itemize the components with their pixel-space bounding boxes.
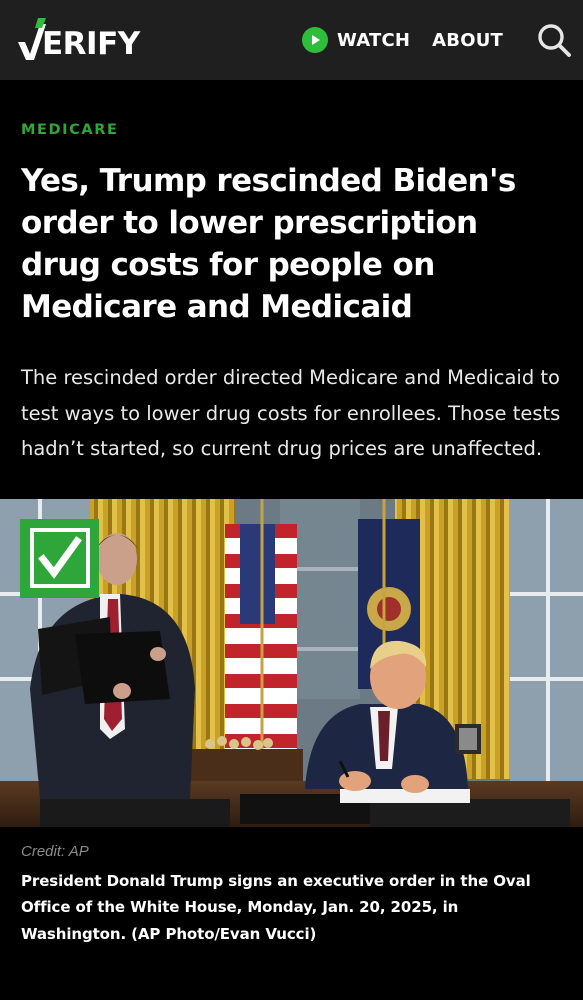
category-label[interactable]: MEDICARE [21,122,562,138]
search-icon[interactable] [537,23,571,57]
photo-caption: President Donald Trump signs an executiv… [21,871,531,943]
logo-wordmark: ERIFY [42,26,140,62]
play-icon [302,27,328,53]
main-nav: WATCH ABOUT [302,23,571,57]
article-header: MEDICARE Yes, Trump rescinded Biden's or… [0,122,583,467]
watch-link[interactable]: WATCH [302,27,410,53]
article-summary: The rescinded order directed Medicare an… [21,366,561,460]
about-link[interactable]: ABOUT [432,30,503,51]
site-header: ERIFY WATCH ABOUT [0,0,583,80]
verified-badge [20,518,99,598]
photo-credit: Credit: AP [21,842,89,860]
lead-photo [0,498,583,827]
watch-label: WATCH [337,29,411,51]
verified-check-icon [29,528,90,588]
photo-caption-area: Credit: AP President Donald Trump signs … [0,827,583,948]
headline: Yes, Trump rescinded Biden's order to lo… [21,163,516,325]
verify-logo[interactable]: ERIFY [18,18,140,62]
